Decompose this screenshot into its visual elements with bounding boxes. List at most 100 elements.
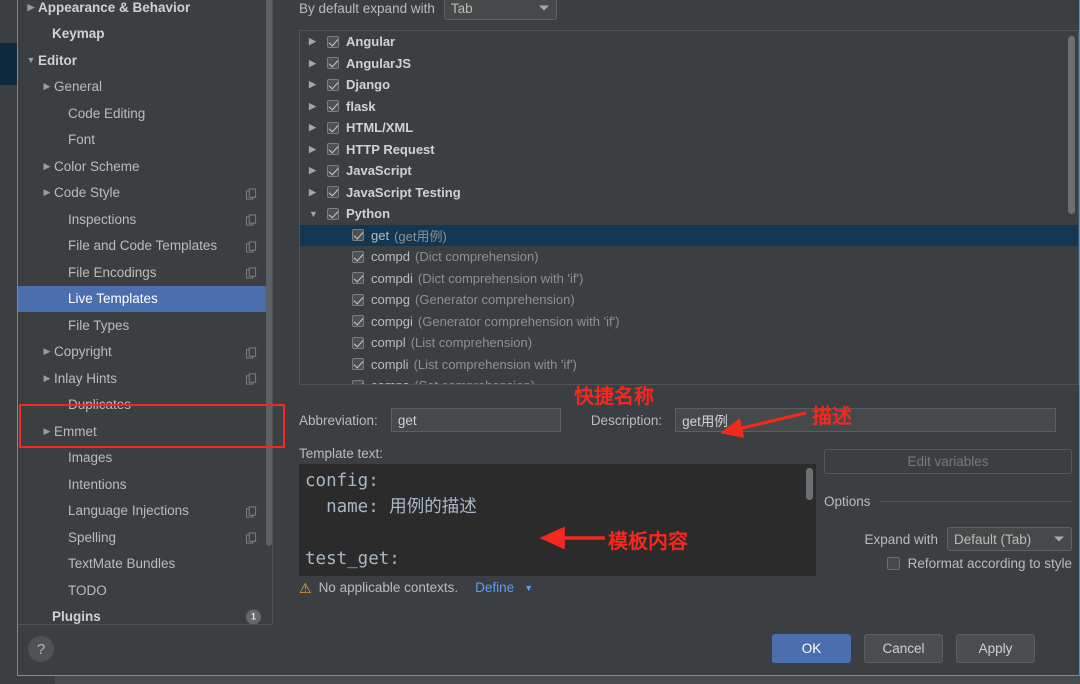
sidebar-item-general[interactable]: ▶ General — [18, 74, 273, 101]
description-input[interactable]: get用例 — [675, 408, 1056, 432]
chevron-down-icon[interactable]: ▼ — [309, 209, 327, 219]
tree-group-checkbox[interactable] — [327, 35, 339, 48]
tree-group-checkbox[interactable] — [327, 78, 339, 91]
tree-group-label: Angular — [346, 34, 396, 50]
sidebar-right-border — [272, 0, 273, 624]
chevron-right-icon[interactable]: ▶ — [40, 161, 54, 172]
sidebar-item-language-injections[interactable]: Language Injections — [18, 498, 273, 525]
default-expand-select[interactable]: Tab — [443, 0, 557, 20]
tree-template-row[interactable]: compd (Dict comprehension) — [300, 246, 1078, 268]
abbreviation-input[interactable]: get — [390, 408, 561, 432]
tree-group-angular[interactable]: ▶ Angular — [300, 31, 1078, 53]
tree-template-checkbox[interactable] — [352, 293, 364, 306]
tree-group-checkbox[interactable] — [327, 164, 339, 177]
tree-template-checkbox[interactable] — [352, 336, 364, 349]
chevron-right-icon[interactable]: ▶ — [40, 426, 54, 437]
chevron-right-icon[interactable]: ▶ — [309, 36, 327, 47]
tree-group-flask[interactable]: ▶ flask — [300, 96, 1078, 118]
templates-tree[interactable]: ▶ Angular ▶ AngularJS ▶ Django ▶ flask ▶ HTML/XML… — [299, 30, 1079, 385]
tree-group-label: HTML/XML — [346, 120, 414, 136]
sidebar-item-file-types[interactable]: File Types — [18, 312, 273, 339]
tree-scrollbar[interactable] — [1068, 36, 1075, 214]
tree-template-checkbox[interactable] — [352, 272, 364, 285]
chevron-right-icon[interactable]: ▶ — [24, 2, 38, 13]
cancel-button[interactable]: Cancel — [864, 634, 943, 663]
sidebar-item-file-and-code-templates[interactable]: File and Code Templates — [18, 233, 273, 260]
settings-sidebar[interactable]: ▶ Appearance & Behavior Keymap ▼ Editor ▶ Gene… — [18, 0, 273, 624]
expand-with-select[interactable]: Default (Tab) — [947, 527, 1072, 551]
chevron-right-icon[interactable]: ▶ — [309, 101, 327, 112]
tree-group-javascript[interactable]: ▶ JavaScript — [300, 160, 1078, 182]
sidebar-item-todo[interactable]: TODO — [18, 577, 273, 604]
sidebar-item-plugins[interactable]: Plugins 1 — [18, 604, 273, 624]
tree-template-row[interactable]: compl (List comprehension) — [300, 332, 1078, 354]
tree-group-http-request[interactable]: ▶ HTTP Request — [300, 139, 1078, 161]
sidebar-item-file-encodings[interactable]: File Encodings — [18, 259, 273, 286]
ok-button[interactable]: OK — [772, 634, 851, 663]
sidebar-item-live-templates[interactable]: Live Templates — [18, 285, 273, 312]
expand-with-label: Expand with — [864, 531, 938, 547]
define-link[interactable]: Define — [475, 580, 514, 595]
chevron-right-icon[interactable]: ▶ — [309, 144, 327, 155]
tree-group-checkbox[interactable] — [327, 207, 339, 220]
tree-template-row[interactable]: compg (Generator comprehension) — [300, 289, 1078, 311]
sidebar-item-color-scheme[interactable]: ▶ Color Scheme — [18, 153, 273, 180]
sidebar-item-font[interactable]: Font — [18, 127, 273, 154]
chevron-right-icon[interactable]: ▶ — [309, 187, 327, 198]
chevron-down-icon[interactable]: ▼ — [24, 55, 38, 65]
tree-group-javascript-testing[interactable]: ▶ JavaScript Testing — [300, 182, 1078, 204]
sidebar-item-emmet[interactable]: ▶ Emmet — [18, 418, 273, 445]
reformat-checkbox[interactable] — [886, 557, 900, 570]
sidebar-item-textmate-bundles[interactable]: TextMate Bundles — [18, 551, 273, 578]
tree-template-checkbox[interactable] — [352, 315, 364, 328]
tree-template-checkbox[interactable] — [352, 379, 364, 384]
sidebar-item-copyright[interactable]: ▶ Copyright — [18, 339, 273, 366]
sidebar-item-keymap[interactable]: Keymap — [18, 21, 273, 48]
tree-group-html-xml[interactable]: ▶ HTML/XML — [300, 117, 1078, 139]
chevron-right-icon[interactable]: ▶ — [309, 79, 327, 90]
sidebar-item-editor[interactable]: ▼ Editor — [18, 47, 273, 74]
sidebar-item-code-style[interactable]: ▶ Code Style — [18, 180, 273, 207]
edit-variables-button[interactable]: Edit variables — [824, 449, 1072, 474]
template-text-value: config: name: 用例的描述 test_get: — [305, 471, 477, 569]
reformat-row[interactable]: Reformat according to style — [824, 556, 1072, 571]
tree-template-checkbox[interactable] — [352, 229, 364, 242]
chevron-right-icon[interactable]: ▶ — [40, 81, 54, 92]
sidebar-item-appearance-behavior[interactable]: ▶ Appearance & Behavior — [18, 0, 273, 21]
tree-template-row[interactable]: compli (List comprehension with 'if') — [300, 354, 1078, 376]
chevron-right-icon[interactable]: ▶ — [40, 373, 54, 384]
sidebar-item-inspections[interactable]: Inspections — [18, 206, 273, 233]
tree-group-angularjs[interactable]: ▶ AngularJS — [300, 53, 1078, 75]
chevron-right-icon[interactable]: ▶ — [40, 346, 54, 357]
sidebar-item-label: Code Style — [54, 185, 121, 201]
sidebar-item-duplicates[interactable]: Duplicates — [18, 392, 273, 419]
tree-template-row[interactable]: comps (Set comprehension) — [300, 375, 1078, 384]
chevron-right-icon[interactable]: ▶ — [40, 187, 54, 198]
editor-scrollbar[interactable] — [806, 468, 813, 500]
apply-button[interactable]: Apply — [956, 634, 1035, 663]
warning-icon: ⚠ — [299, 579, 312, 596]
chevron-down-icon[interactable]: ▼ — [524, 583, 533, 593]
tree-group-checkbox[interactable] — [327, 121, 339, 134]
tree-group-checkbox[interactable] — [327, 143, 339, 156]
tree-group-checkbox[interactable] — [327, 100, 339, 113]
template-text-editor[interactable]: config: name: 用例的描述 test_get: — [299, 464, 816, 576]
sidebar-item-images[interactable]: Images — [18, 445, 273, 472]
tree-group-django[interactable]: ▶ Django — [300, 74, 1078, 96]
tree-template-row[interactable]: compgi (Generator comprehension with 'if'… — [300, 311, 1078, 333]
chevron-right-icon[interactable]: ▶ — [309, 58, 327, 69]
chevron-right-icon[interactable]: ▶ — [309, 165, 327, 176]
sidebar-item-spelling[interactable]: Spelling — [18, 524, 273, 551]
tree-template-row[interactable]: compdi (Dict comprehension with 'if') — [300, 268, 1078, 290]
sidebar-item-code-editing[interactable]: Code Editing — [18, 100, 273, 127]
tree-group-checkbox[interactable] — [327, 186, 339, 199]
help-button[interactable]: ? — [28, 636, 54, 662]
tree-template-checkbox[interactable] — [352, 250, 364, 263]
tree-template-checkbox[interactable] — [352, 358, 364, 371]
sidebar-item-inlay-hints[interactable]: ▶ Inlay Hints — [18, 365, 273, 392]
chevron-right-icon[interactable]: ▶ — [309, 122, 327, 133]
tree-template-row[interactable]: get (get用例) — [300, 224, 1078, 246]
tree-group-python[interactable]: ▼ Python — [300, 203, 1078, 225]
tree-group-checkbox[interactable] — [327, 57, 339, 70]
sidebar-item-intentions[interactable]: Intentions — [18, 471, 273, 498]
